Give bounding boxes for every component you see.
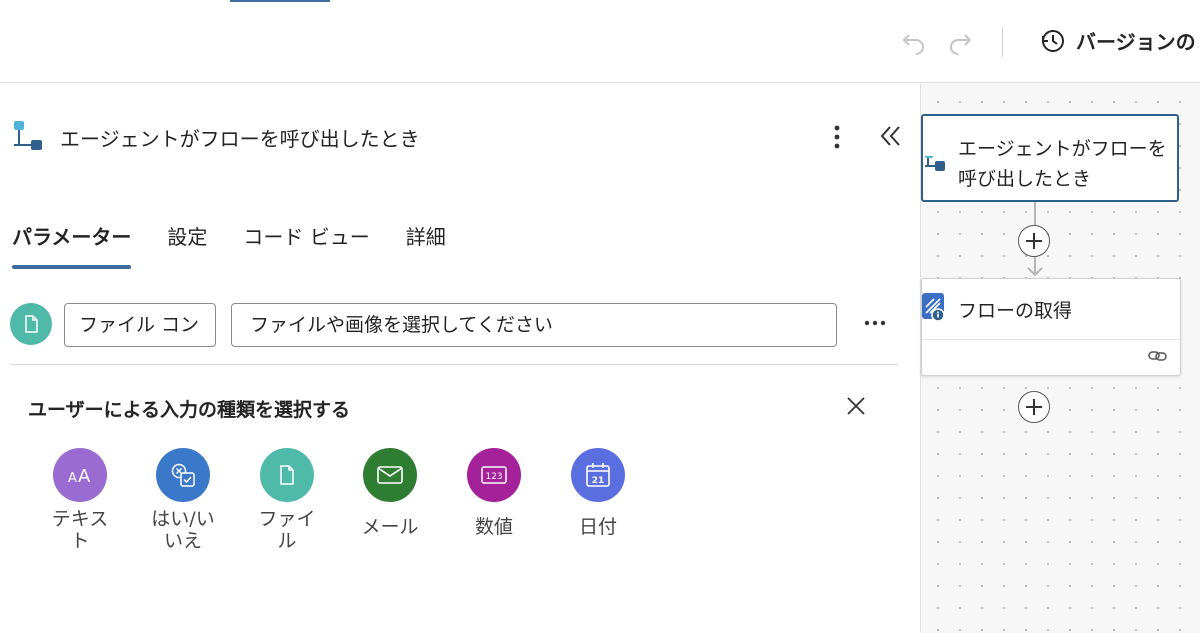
input-type-label: テキスト (51, 508, 109, 552)
input-type-file[interactable]: ファイル (247, 448, 327, 552)
tab-code-view[interactable]: コード ビュー (243, 221, 369, 267)
plus-icon (1026, 399, 1042, 415)
input-type-label: はい/いいえ (151, 508, 215, 552)
arrow-down-icon (1027, 267, 1043, 277)
add-step-button[interactable] (1018, 391, 1050, 423)
add-step-button[interactable] (1018, 225, 1050, 257)
input-type-label: メール (361, 516, 419, 538)
number-icon: 123 (467, 448, 521, 502)
trigger-title: エージェントがフローを呼び出したとき (60, 127, 420, 151)
input-type-label: 数値 (474, 516, 513, 538)
trigger-icon (925, 156, 945, 171)
calendar-icon: 21 (571, 448, 625, 502)
input-type-text[interactable]: AA テキスト (40, 448, 120, 552)
trigger-icon (14, 121, 42, 150)
more-horizontal-icon[interactable] (862, 311, 888, 335)
collapse-panel-icon[interactable] (878, 121, 904, 151)
top-bar: バージョンの (0, 0, 1200, 83)
flow-canvas[interactable]: エージェントがフローを呼び出したとき フローの取得 (920, 83, 1200, 633)
history-icon (1042, 29, 1064, 52)
svg-text:A: A (78, 466, 91, 486)
undo-icon[interactable] (900, 27, 928, 55)
plus-icon (1026, 233, 1042, 249)
file-icon (25, 315, 38, 333)
parameter-description-input[interactable]: ファイルや画像を選択してください (231, 303, 837, 347)
trigger-card[interactable]: エージェントがフローを呼び出したとき (921, 114, 1179, 202)
parameter-name-input[interactable]: ファイル コン (64, 303, 216, 347)
text-icon: AA (53, 448, 107, 502)
input-type-yes-no[interactable]: はい/いいえ (143, 448, 223, 552)
svg-text:123: 123 (485, 472, 502, 482)
flow-action-icon (922, 293, 945, 322)
input-type-email[interactable]: メール (350, 448, 430, 538)
file-type-badge (10, 303, 52, 345)
top-tab-indicator (230, 0, 330, 2)
toolbar-divider (1002, 27, 1003, 57)
version-history-button[interactable]: バージョンの (1040, 26, 1196, 55)
input-type-label: 日付 (578, 516, 617, 538)
input-type-number[interactable]: 123 数値 (454, 448, 534, 538)
parameter-row: ファイル コン ファイルや画像を選択してください (10, 301, 900, 351)
input-type-date[interactable]: 21 日付 (558, 448, 638, 538)
close-icon[interactable] (844, 394, 868, 418)
file-icon (260, 448, 314, 502)
card-divider (922, 339, 1180, 340)
link-icon[interactable] (1148, 349, 1168, 363)
svg-text:21: 21 (592, 476, 605, 486)
input-type-list: AA テキスト はい/いいえ ファイル メール 123 数値 21 日付 (40, 448, 660, 588)
yes-no-icon (156, 448, 210, 502)
panel-tabs: パラメーター 設定 コード ビュー 詳細 (12, 221, 482, 269)
divider (10, 364, 898, 365)
input-type-label: ファイル (258, 508, 316, 552)
action-card[interactable]: フローの取得 (921, 278, 1181, 376)
mail-icon (363, 448, 417, 502)
tab-details[interactable]: 詳細 (406, 221, 446, 267)
version-label: バージョンの (1076, 30, 1196, 54)
redo-icon[interactable] (946, 27, 974, 55)
action-card-title: フローの取得 (958, 300, 1073, 322)
properties-panel: エージェントがフローを呼び出したとき パラメーター 設定 コード ビュー 詳細 … (0, 83, 919, 633)
tab-parameters[interactable]: パラメーター (12, 221, 132, 269)
trigger-card-title: エージェントがフローを呼び出したとき (958, 138, 1167, 190)
svg-text:A: A (68, 471, 77, 486)
input-type-chooser-title: ユーザーによる入力の種類を選択する (28, 399, 351, 421)
tab-settings[interactable]: 設定 (167, 221, 207, 267)
more-vertical-icon[interactable] (826, 123, 848, 151)
